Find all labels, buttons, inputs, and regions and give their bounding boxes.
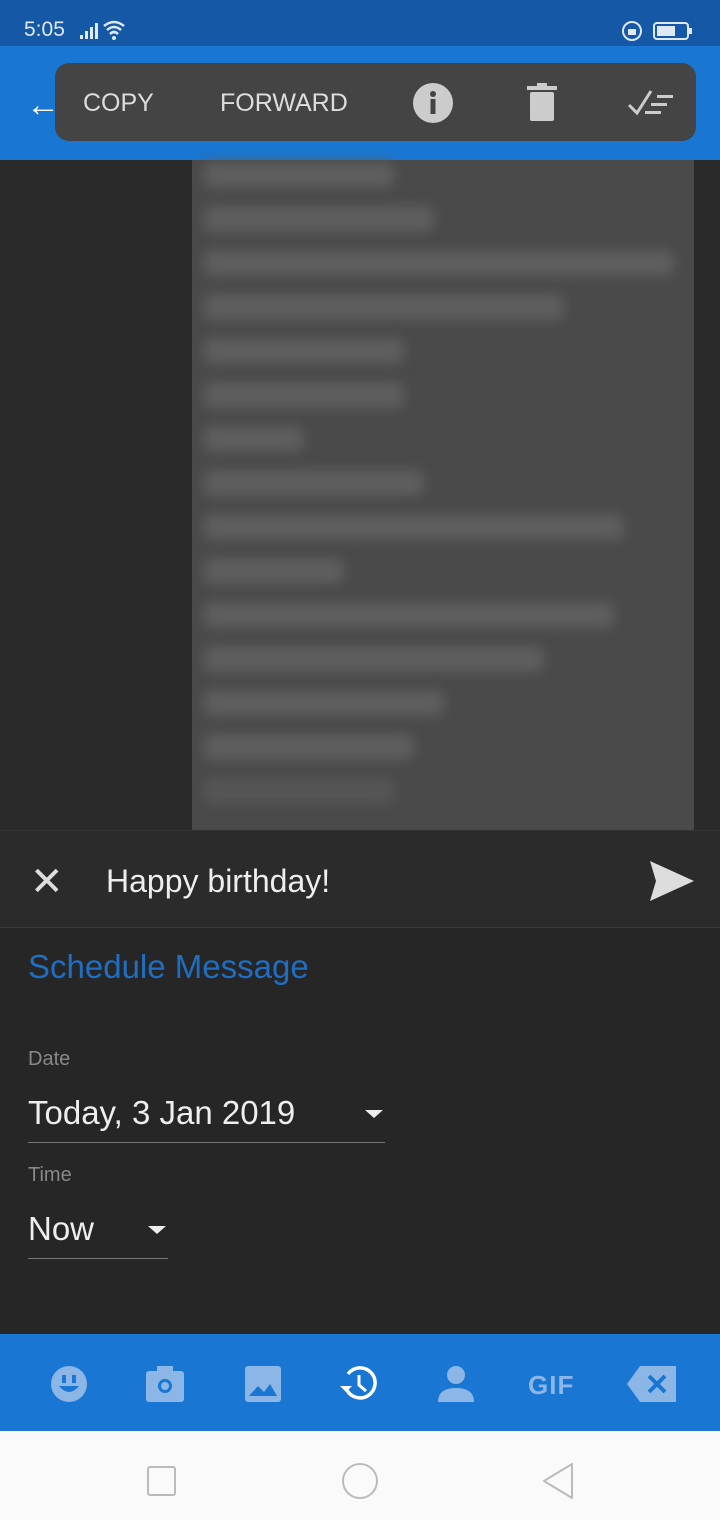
status-bar: 5:05 (0, 0, 720, 46)
forward-button[interactable]: FORWARD (220, 89, 348, 118)
camera-icon[interactable] (145, 1364, 185, 1404)
selected-message-bubble[interactable] (192, 160, 694, 830)
delete-icon[interactable] (527, 83, 557, 121)
signal-wifi-icon (80, 20, 125, 40)
status-time: 5:05 (24, 18, 65, 41)
schedule-icon[interactable] (338, 1364, 378, 1404)
contact-icon[interactable] (436, 1364, 476, 1404)
schedule-title: Schedule Message (28, 948, 309, 985)
copy-button[interactable]: COPY (83, 89, 154, 118)
date-label: Date (28, 1048, 71, 1070)
backspace-icon[interactable] (626, 1364, 678, 1404)
time-dropdown[interactable]: Time Now (28, 1164, 168, 1259)
send-icon[interactable] (650, 861, 694, 901)
chevron-down-icon (148, 1226, 166, 1234)
date-dropdown[interactable]: Date Today, 3 Jan 2019 (28, 1048, 385, 1143)
info-icon[interactable] (412, 82, 454, 124)
system-nav-bar (0, 1431, 720, 1520)
battery-icon (622, 21, 692, 41)
emoji-icon[interactable] (49, 1364, 89, 1404)
gif-button[interactable]: GIF (528, 1370, 580, 1410)
schedule-panel: Schedule Message Date Today, 3 Jan 2019 … (0, 928, 720, 1334)
time-label: Time (28, 1164, 72, 1186)
app-bar: ← COPY FORWARD (0, 46, 720, 160)
chevron-down-icon (365, 1110, 383, 1118)
message-input[interactable]: Happy birthday! (106, 863, 330, 900)
home-icon[interactable] (340, 1461, 380, 1501)
recents-icon[interactable] (146, 1465, 178, 1497)
close-icon[interactable]: ✕ (30, 859, 64, 905)
date-value: Today, 3 Jan 2019 (28, 1094, 296, 1131)
compose-bar: ✕ Happy birthday! (0, 830, 720, 928)
attachment-toolbar: GIF (0, 1334, 720, 1431)
conversation-area (0, 160, 720, 830)
gallery-icon[interactable] (243, 1364, 283, 1404)
time-value: Now (28, 1210, 95, 1247)
back-icon[interactable] (540, 1461, 576, 1501)
message-action-bar: COPY FORWARD (55, 63, 696, 141)
select-all-icon[interactable] (627, 89, 677, 119)
